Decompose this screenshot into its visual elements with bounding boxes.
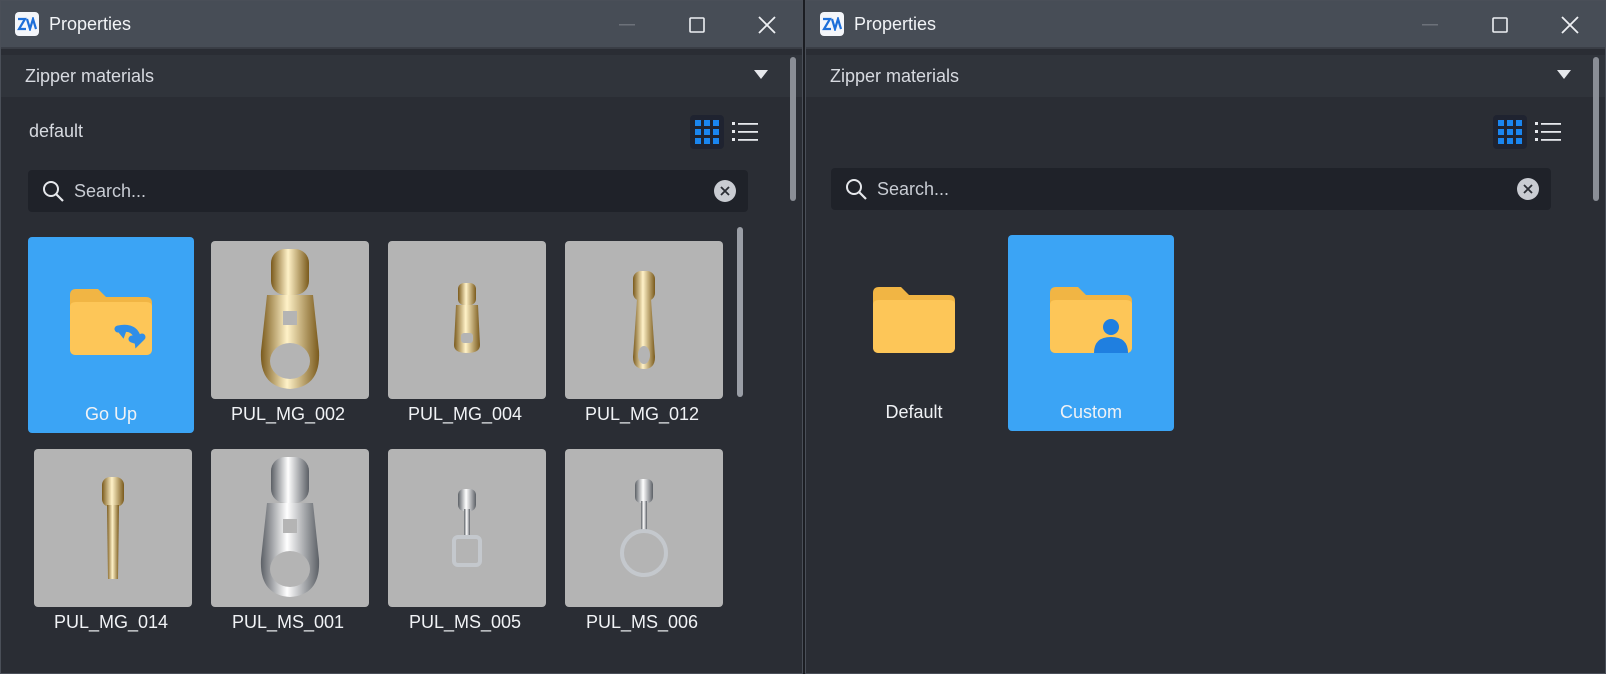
minimize-icon <box>1422 24 1438 26</box>
maximize-icon <box>1492 17 1508 33</box>
grid-view-icon <box>1498 120 1522 144</box>
grid-item-custom[interactable]: Custom <box>1008 235 1174 431</box>
close-icon <box>758 16 776 34</box>
grid-item-default[interactable]: Default <box>831 235 997 431</box>
search-icon <box>846 179 867 200</box>
grid-view-icon <box>695 120 719 144</box>
dropdown-arrow-icon[interactable] <box>1557 70 1571 79</box>
grid-item-pul-ms-001[interactable]: PUL_MS_001 <box>205 445 371 641</box>
clear-search-button[interactable] <box>1517 178 1539 200</box>
minimize-icon <box>619 24 635 26</box>
clear-icon <box>720 186 730 196</box>
search-icon <box>43 181 64 202</box>
grid-item-label: PUL_MG_004 <box>407 404 523 424</box>
grid-view-button[interactable] <box>690 115 724 149</box>
properties-window-left: Properties Zipper materials default Sear… <box>0 0 803 674</box>
grid-item-pul-mg-014[interactable]: PUL_MG_014 <box>28 445 194 641</box>
minimize-button[interactable] <box>1395 1 1465 49</box>
grid-item-label: Custom <box>1059 402 1122 422</box>
maximize-button[interactable] <box>662 1 732 49</box>
search-box[interactable] <box>831 168 1551 210</box>
grid-scrollbar[interactable] <box>737 227 743 397</box>
maximize-button[interactable] <box>1465 1 1535 49</box>
window-title: Properties <box>854 13 937 34</box>
grid-item-label: PUL_MG_002 <box>230 404 346 424</box>
minimize-button[interactable] <box>592 1 662 49</box>
close-icon <box>1561 16 1579 34</box>
zipper-thumbnail <box>565 241 723 399</box>
grid-item-label: PUL_MG_014 <box>53 612 169 632</box>
app-logo-icon <box>15 12 39 36</box>
zipper-thumbnail <box>565 449 723 607</box>
user-folder-icon <box>1048 283 1134 355</box>
title-bar[interactable]: Properties <box>1 1 802 49</box>
properties-window-right: Properties Zipper materials Search... De… <box>805 0 1606 674</box>
dropdown-arrow-icon[interactable] <box>754 70 768 79</box>
list-view-icon <box>732 122 758 141</box>
list-view-icon <box>1535 122 1561 141</box>
grid-item-label: PUL_MS_006 <box>585 612 699 632</box>
grid-item-pul-ms-005[interactable]: PUL_MS_005 <box>382 445 548 641</box>
window-title: Properties <box>49 13 132 34</box>
list-view-button[interactable] <box>728 115 762 149</box>
close-button[interactable] <box>1535 1 1605 49</box>
grid-item-label: PUL_MG_012 <box>584 404 700 424</box>
zipper-thumbnail <box>211 449 369 607</box>
section-dropdown[interactable]: Zipper materials <box>1 55 802 97</box>
path-row: default <box>1 111 802 151</box>
search-input[interactable] <box>74 180 714 202</box>
zipper-thumbnail <box>34 449 192 607</box>
folder-icon <box>871 283 957 355</box>
folder-up-icon <box>68 285 154 357</box>
grid-item-label: PUL_MS_005 <box>408 612 522 632</box>
title-bar[interactable]: Properties <box>806 1 1605 49</box>
grid-item-pul-mg-012[interactable]: PUL_MG_012 <box>559 237 725 433</box>
zipper-thumbnail <box>211 241 369 399</box>
maximize-icon <box>689 17 705 33</box>
current-folder-label: default <box>29 120 84 141</box>
section-dropdown[interactable]: Zipper materials <box>806 55 1605 97</box>
grid-item-pul-mg-002[interactable]: PUL_MG_002 <box>205 237 371 433</box>
grid-item-go-up[interactable]: Go Up <box>28 237 194 433</box>
grid-view-button[interactable] <box>1493 115 1527 149</box>
search-box[interactable] <box>28 170 748 212</box>
grid-item-pul-mg-004[interactable]: PUL_MG_004 <box>382 237 548 433</box>
section-title: Zipper materials <box>830 65 960 86</box>
zipper-thumbnail <box>388 449 546 607</box>
grid-item-label: Default <box>885 402 943 422</box>
close-button[interactable] <box>732 1 802 49</box>
clear-search-button[interactable] <box>714 180 736 202</box>
zipper-thumbnail <box>388 241 546 399</box>
section-title: Zipper materials <box>25 65 155 86</box>
grid-item-pul-ms-006[interactable]: PUL_MS_006 <box>559 445 725 641</box>
grid-item-label: PUL_MS_001 <box>231 612 345 632</box>
path-row <box>806 111 1605 151</box>
list-view-button[interactable] <box>1531 115 1565 149</box>
grid-item-label: Go Up <box>84 404 138 424</box>
app-logo-icon <box>820 12 844 36</box>
clear-icon <box>1523 184 1533 194</box>
search-input[interactable] <box>877 178 1517 200</box>
